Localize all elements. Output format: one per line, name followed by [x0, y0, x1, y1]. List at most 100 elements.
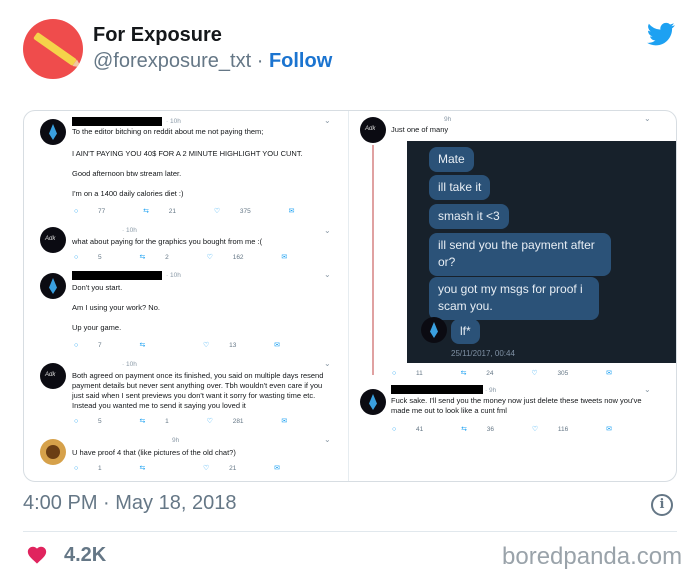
- avatar: [40, 227, 66, 253]
- chevron-down-icon: ⌄: [324, 435, 331, 444]
- reply-icon: ○: [74, 254, 79, 261]
- retweet-count: 1: [165, 418, 169, 425]
- profile-avatar[interactable]: [23, 19, 83, 79]
- like-icon: ♡: [206, 254, 213, 261]
- chat-bubble: ill take it: [429, 175, 491, 201]
- avatar: [40, 439, 66, 465]
- retweet-count: 2: [165, 254, 169, 261]
- tweet-actions: ○ 11 ⇆ 24 ♡ 305 ✉: [392, 369, 630, 377]
- tweet-text: Don't you start.: [72, 283, 123, 292]
- message-icon: ✉: [288, 208, 295, 215]
- tweet-actions: ○ 1 ⇆ ♡ 21 ✉: [74, 464, 298, 472]
- info-icon[interactable]: i: [651, 494, 673, 516]
- handle[interactable]: @forexposure_txt: [93, 50, 251, 72]
- reply-count: 41: [416, 426, 424, 433]
- reply-icon: ○: [74, 418, 79, 425]
- tweet-text: what about paying for the graphics you b…: [72, 237, 263, 246]
- post-timestamp[interactable]: 4:00 PM · May 18, 2018: [23, 492, 236, 515]
- chat-bubble: lf*: [451, 319, 480, 345]
- retweet-icon: ⇆: [139, 465, 146, 472]
- tweet-text: Both agreed on payment once its finished…: [72, 371, 324, 411]
- like-icon: ♡: [202, 342, 210, 349]
- message-icon: ✉: [274, 342, 280, 349]
- retweet-icon: ⇆: [139, 342, 146, 349]
- like-count: 375: [239, 208, 251, 215]
- retweet-icon: ⇆: [139, 418, 146, 425]
- avatar: [360, 117, 386, 143]
- tweet-text: Just one of many: [391, 125, 449, 134]
- tweet-text: Am I using your work? No.: [72, 303, 160, 312]
- chevron-down-icon: ⌄: [324, 270, 331, 279]
- retweet-icon: ⇆: [460, 370, 467, 377]
- follow-link[interactable]: Follow: [269, 50, 332, 72]
- chevron-down-icon: ⌄: [324, 359, 331, 368]
- tweet-actions: ○ 7 ⇆ ♡ 13 ✉: [74, 341, 298, 349]
- tweet-time: · 10h: [122, 361, 137, 368]
- heart-icon[interactable]: [26, 544, 48, 566]
- avatar: [360, 389, 386, 415]
- retweet-icon: ⇆: [461, 426, 467, 433]
- message-icon: ✉: [281, 254, 288, 261]
- chevron-down-icon: ⌄: [644, 385, 651, 394]
- tweet-text: Fuck sake. I'll send you the money now j…: [391, 396, 642, 416]
- tweet-time: · 10h: [122, 227, 137, 234]
- media-image[interactable]: · 10h ⌄ To the editor bitching on reddit…: [23, 110, 677, 482]
- tweet-text: I'm on a 1400 daily calories diet :): [72, 189, 184, 198]
- tweet-time: · 10h: [166, 272, 181, 279]
- reply-icon: ○: [74, 342, 79, 349]
- reply-icon: ○: [74, 208, 79, 215]
- separator-dot: ·: [251, 50, 269, 72]
- like-count: 281: [232, 418, 244, 425]
- retweet-count: 24: [486, 370, 494, 377]
- message-icon: ✉: [274, 465, 280, 472]
- chevron-down-icon: ⌄: [324, 116, 331, 125]
- retweet-icon: ⇆: [139, 254, 146, 261]
- reply-count: 77: [98, 208, 106, 215]
- image-divider: [348, 111, 349, 481]
- footer-divider: [23, 531, 677, 532]
- twitter-bird-icon[interactable]: [645, 20, 677, 48]
- message-icon: ✉: [606, 426, 612, 433]
- like-count: 116: [557, 426, 569, 433]
- avatar: [40, 119, 66, 145]
- pencil-logo-icon: [33, 31, 77, 67]
- avatar: [421, 317, 447, 343]
- chat-screenshot: Mate ill take it smash it <3 ill send yo…: [407, 141, 676, 363]
- reply-icon: ○: [74, 465, 79, 472]
- reply-count: 11: [416, 370, 423, 377]
- redacted-name: [72, 271, 162, 280]
- avatar: [40, 273, 66, 299]
- tweet-text: I AIN'T PAYING YOU 40$ FOR A 2 MINUTE HI…: [72, 149, 303, 158]
- tweet-time: · 10h: [166, 118, 181, 125]
- chat-timestamp: 25/11/2017, 00:44: [451, 349, 515, 358]
- tweet-time: 9h: [444, 116, 452, 123]
- reply-count: 1: [98, 465, 102, 472]
- tweet-text: U have proof 4 that (like pictures of th…: [72, 448, 236, 457]
- watermark: boredpanda.com: [502, 543, 683, 570]
- chat-bubble: smash it <3: [429, 204, 509, 230]
- retweet-icon: ⇆: [143, 208, 149, 215]
- tweet-actions: ○ 41 ⇆ 36 ♡ 116 ✉: [392, 425, 630, 433]
- reply-count: 7: [98, 342, 102, 349]
- tweet-text: To the editor bitching on reddit about m…: [72, 127, 264, 136]
- tweet-actions: ○ 5 ⇆ 2 ♡ 162 ✉: [74, 253, 305, 261]
- tweet-actions: ○ 77 ⇆ 21 ♡ 375 ✉: [74, 207, 312, 215]
- like-count[interactable]: 4.2K: [64, 544, 106, 567]
- reply-icon: ○: [392, 370, 397, 377]
- like-icon: ♡: [213, 208, 221, 215]
- like-icon: ♡: [202, 465, 210, 472]
- chat-bubble: Mate: [429, 147, 474, 173]
- like-count: 21: [229, 465, 237, 472]
- reply-count: 5: [98, 418, 102, 425]
- avatar: [40, 363, 66, 389]
- message-icon: ✉: [281, 418, 288, 425]
- reply-count: 5: [98, 254, 102, 261]
- like-icon: ♡: [531, 370, 538, 377]
- like-count: 13: [229, 342, 237, 349]
- redacted-name: [391, 385, 483, 394]
- handle-row: @forexposure_txt · Follow: [93, 50, 332, 73]
- tweet-actions: ○ 5 ⇆ 1 ♡ 281 ✉: [74, 417, 305, 425]
- like-count: 162: [232, 254, 244, 261]
- reply-icon: ○: [392, 426, 397, 433]
- display-name[interactable]: For Exposure: [93, 24, 222, 47]
